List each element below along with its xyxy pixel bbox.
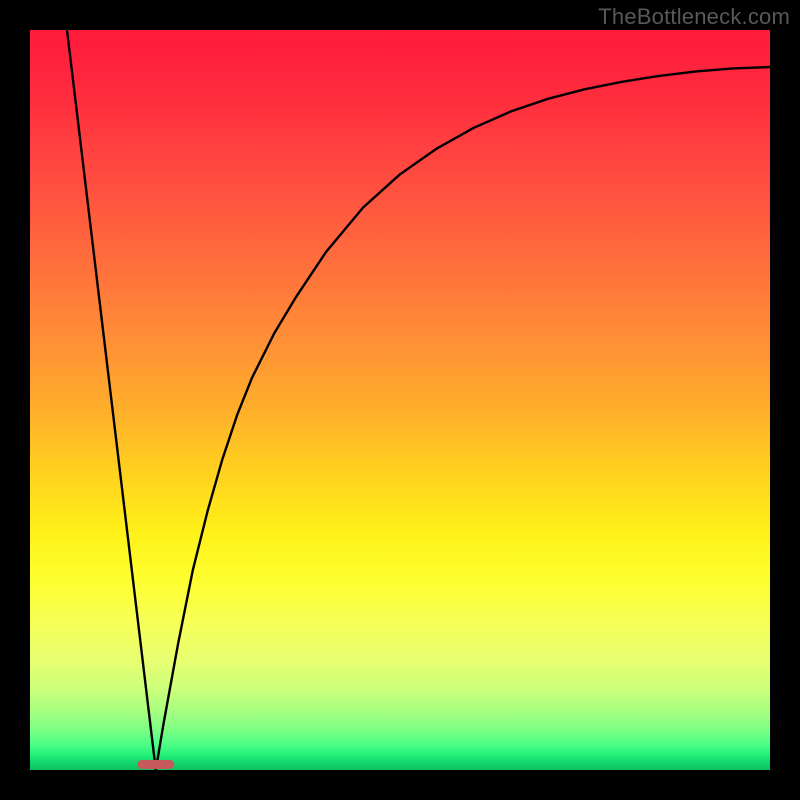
plot-svg (30, 30, 770, 770)
watermark-text: TheBottleneck.com (598, 4, 790, 30)
plot-background (30, 30, 770, 770)
chart-series-left-line (67, 30, 156, 770)
chart-frame: TheBottleneck.com (0, 0, 800, 800)
chart-series-right-curve (156, 67, 770, 770)
notch-marker (137, 760, 174, 769)
